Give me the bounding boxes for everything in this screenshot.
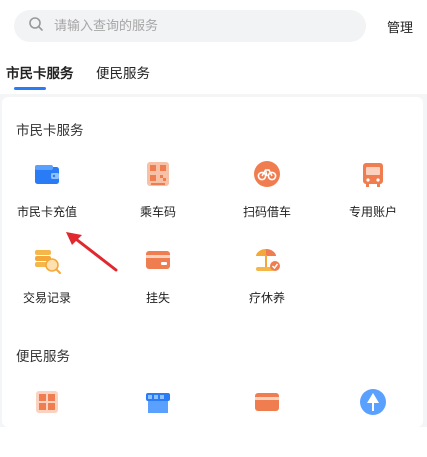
service-label: 专用账户 — [348, 205, 397, 219]
service-label: 挂失 — [145, 291, 170, 305]
bus-icon — [358, 159, 388, 189]
beach-icon — [252, 245, 282, 275]
service-label: 扫码借车 — [242, 205, 291, 219]
search-bar[interactable] — [14, 10, 366, 42]
service-citizen-card-recharge[interactable]: 市民卡充值 — [0, 159, 100, 229]
search-input[interactable] — [52, 17, 356, 35]
service-label: 交易记录 — [22, 291, 71, 305]
grid-icon — [32, 387, 62, 417]
wallet-icon — [32, 159, 62, 189]
tree-icon — [358, 387, 388, 417]
tab-bar: 市民卡服务 便民服务 — [0, 60, 427, 94]
service-scan-bike[interactable]: 扫码借车 — [214, 159, 320, 229]
bicycle-icon — [252, 159, 282, 189]
service-recuperation[interactable]: 疗休养 — [214, 245, 320, 315]
annotation-arrow-icon — [66, 232, 118, 272]
coin-search-icon — [32, 245, 62, 275]
manage-button[interactable]: 管理 — [387, 17, 413, 36]
service-report-loss[interactable]: 挂失 — [105, 245, 211, 315]
service-label: 市民卡充值 — [16, 205, 77, 219]
qr-code-icon — [143, 159, 173, 189]
service-ride-code[interactable]: 乘车码 — [105, 159, 211, 229]
convenience-service-item[interactable] — [0, 387, 100, 457]
convenience-service-item[interactable] — [105, 387, 211, 457]
convenience-service-item[interactable] — [320, 387, 426, 457]
service-dedicated-account[interactable]: 专用账户 — [320, 159, 426, 229]
card-icon — [143, 245, 173, 275]
shop-icon — [143, 387, 173, 417]
service-label: 疗休养 — [248, 291, 285, 305]
section-title-citizen-card: 市民卡服务 — [16, 123, 84, 139]
tab-convenience-services[interactable]: 便民服务 — [96, 62, 150, 82]
service-label: 乘车码 — [139, 205, 176, 219]
active-tab-indicator — [14, 87, 46, 90]
convenience-service-item[interactable] — [214, 387, 320, 457]
tab-citizen-card-services[interactable]: 市民卡服务 — [6, 62, 74, 82]
card-icon — [252, 387, 282, 417]
search-icon — [28, 16, 44, 36]
section-title-convenience: 便民服务 — [16, 349, 70, 365]
